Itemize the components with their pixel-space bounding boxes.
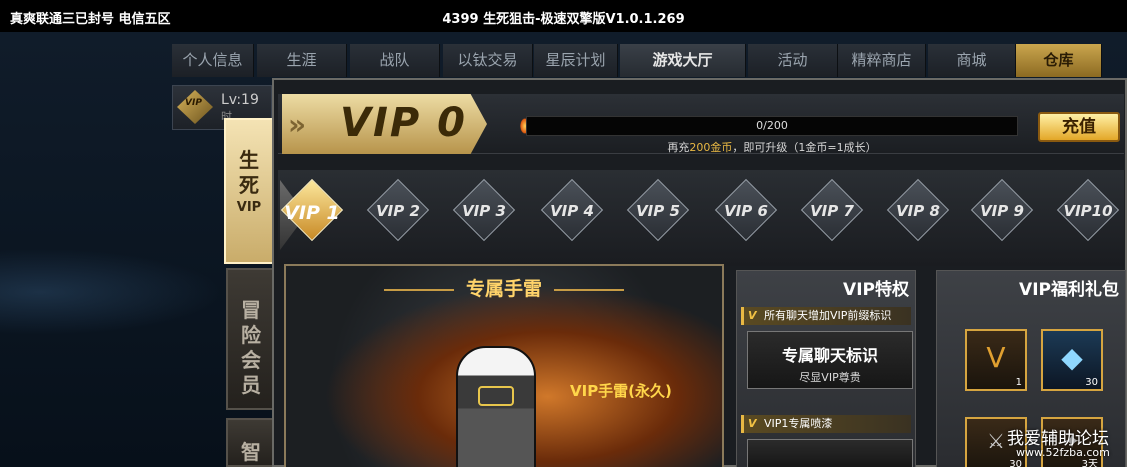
tab-trade[interactable]: 以钛交易 — [443, 44, 533, 77]
window-title-bar: 真爽联通三已封号 电信五区 4399 生死狙击-极速双擎版V1.0.1.269 — [0, 0, 1127, 32]
grenade-item-name: VIP手雷(永久) — [570, 382, 672, 400]
tier-vip-2[interactable]: VIP 2 — [366, 178, 430, 242]
current-vip-level: VIP 0 — [340, 100, 467, 146]
v-icon: V — [748, 417, 757, 430]
side-tab-adventure-char-3: 会 — [241, 348, 261, 372]
tab-team[interactable]: 战队 — [350, 44, 440, 77]
tier-label: VIP 4 — [550, 202, 594, 220]
vip-upgrade-hint: 再充200金币，即可升级（1金币=1成长） — [667, 141, 877, 154]
tier-vip-6[interactable]: VIP 6 — [714, 178, 778, 242]
tier-vip-1[interactable]: VIP 1 — [280, 178, 344, 242]
gift-item-count: 30 — [1085, 377, 1098, 388]
vip-progress-bar: 0/200 — [526, 116, 1018, 136]
gift-pack-heading: VIP福利礼包 — [1019, 280, 1119, 300]
tier-label: VIP 6 — [724, 202, 768, 220]
watermark-url: www.52fzba.com — [1016, 446, 1110, 459]
tier-vip-8[interactable]: VIP 8 — [886, 178, 950, 242]
gift-item-count: 1 — [1015, 377, 1022, 388]
side-tab-vip-char-2: 死 — [239, 173, 259, 197]
tab-star-plan[interactable]: 星辰计划 — [534, 44, 618, 77]
privilege-bar-spray: V VIP1专属喷漆 — [741, 415, 911, 433]
tab-game-lobby[interactable]: 游戏大厅 — [620, 44, 746, 77]
tier-label: VIP 9 — [980, 202, 1024, 220]
recharge-button[interactable]: 充值 — [1038, 112, 1120, 142]
tier-label: VIP 5 — [636, 202, 680, 220]
crystal-icon: ◆ — [1061, 341, 1083, 374]
vip-badge-text: VIP — [185, 98, 202, 108]
chevron-right-icon: » — [288, 108, 307, 141]
tier-vip-4[interactable]: VIP 4 — [540, 178, 604, 242]
tab-profile[interactable]: 个人信息 — [172, 44, 254, 77]
vip-header: » VIP 0 0/200 再充200金币，即可升级（1金币=1成长） 充值 — [278, 94, 1124, 154]
gift-item-count: 30 — [1009, 459, 1022, 467]
tier-vip-7[interactable]: VIP 7 — [800, 178, 864, 242]
side-tab-vip[interactable]: 生 死 VIP — [224, 118, 274, 264]
side-tab-adventure-char-2: 险 — [241, 323, 261, 347]
gift-item-vip-emblem[interactable]: V 1 — [965, 329, 1027, 391]
tier-vip-3[interactable]: VIP 3 — [452, 178, 516, 242]
privilege-chat-tag-title: 专属聊天标识 — [781, 346, 878, 365]
tier-label: VIP 3 — [462, 202, 506, 220]
tier-vip-5[interactable]: VIP 5 — [626, 178, 690, 242]
tier-vip-9[interactable]: VIP 9 — [970, 178, 1034, 242]
tier-label: VIP 2 — [376, 202, 420, 220]
side-tab-third[interactable]: 智 — [226, 418, 276, 467]
tab-mall[interactable]: 商城 — [928, 44, 1016, 77]
tier-label: VIP 1 — [284, 202, 340, 224]
vip-level-plate: » VIP 0 — [282, 94, 487, 154]
vip-privileges: VIP特权 V 所有聊天增加VIP前缀标识 专属聊天标识 尽显VIP尊贵 V VIP… — [736, 270, 916, 467]
window-title: 4399 生死狙击-极速双擎版V1.0.1.269 — [442, 12, 685, 27]
grenade-icon — [456, 346, 536, 467]
side-tab-adventure-char-1: 冒 — [241, 298, 261, 322]
gift-item-crystal[interactable]: ◆ 30 — [1041, 329, 1103, 391]
tab-activity[interactable]: 活动 — [748, 44, 838, 77]
side-tab-vip-label: VIP — [236, 200, 262, 215]
tier-label: VIP 8 — [896, 202, 940, 220]
side-tab-adventure-char-4: 员 — [241, 373, 261, 397]
tier-vip-10[interactable]: VIP10 — [1056, 178, 1120, 242]
tab-warehouse[interactable]: 仓库 — [1016, 44, 1102, 77]
privilege-spray[interactable] — [747, 439, 913, 467]
vip-tier-row: VIP 1 VIP 2 VIP 3 VIP 4 VIP 5 VIP 6 VIP … — [278, 170, 1124, 266]
side-tab-vip-char-1: 生 — [239, 148, 259, 172]
main-tabs: 个人信息 生涯 战队 以钛交易 星辰计划 游戏大厅 活动 精粹商店 商城 仓库 — [172, 44, 1102, 77]
tab-career[interactable]: 生涯 — [257, 44, 347, 77]
v-icon: V — [748, 309, 757, 322]
vip-progress-text: 0/200 — [756, 119, 788, 132]
side-tab-third-char-1: 智 — [241, 440, 261, 464]
tier-label: VIP 7 — [810, 202, 854, 220]
tab-essence-shop[interactable]: 精粹商店 — [838, 44, 926, 77]
grenade-card-title: 专属手雷 — [286, 274, 722, 301]
exclusive-grenade-card: 专属手雷 VIP手雷(永久) — [284, 264, 724, 467]
vip-panel: » VIP 0 0/200 再充200金币，即可升级（1金币=1成长） 充值 V… — [272, 78, 1127, 467]
tier-label: VIP10 — [1063, 202, 1113, 220]
vip-emblem-icon: V — [986, 341, 1006, 374]
privilege-chat-tag-sub: 尽显VIP尊贵 — [799, 371, 861, 384]
side-tab-adventure[interactable]: 冒 险 会 员 — [226, 268, 276, 410]
privilege-chat-tag[interactable]: 专属聊天标识 尽显VIP尊贵 — [747, 331, 913, 389]
privilege-bar-chat: V 所有聊天增加VIP前缀标识 — [741, 307, 911, 325]
privileges-heading: VIP特权 — [843, 280, 909, 300]
